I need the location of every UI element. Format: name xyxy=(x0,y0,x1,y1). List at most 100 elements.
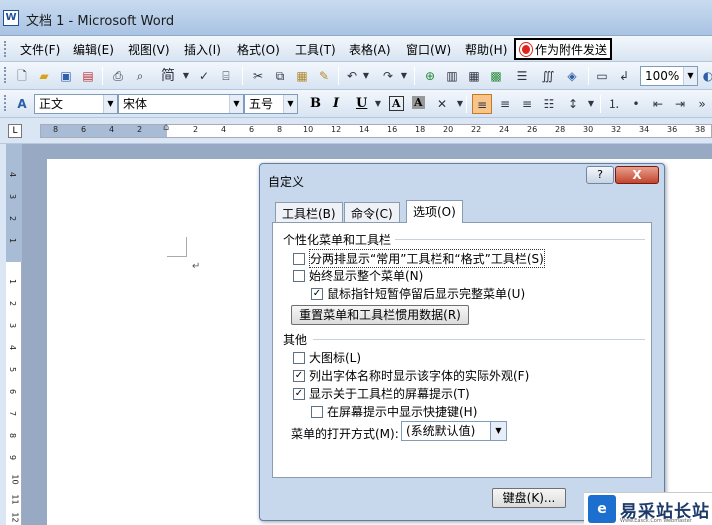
tab-toolbars[interactable]: 工具栏(B) xyxy=(275,202,343,222)
option-font-names[interactable]: ✓ 列出字体名称时显示该字体的实际外观(F) xyxy=(293,367,529,384)
chevron-down-icon[interactable]: ▼ xyxy=(103,95,117,113)
save-icon[interactable]: ▣ xyxy=(58,68,74,84)
distributed-align-icon[interactable]: ☷ xyxy=(541,96,557,112)
ruler-tick-label: 24 xyxy=(499,125,510,134)
reset-usage-button[interactable]: 重置菜单和工具栏惯用数据(R) xyxy=(291,305,469,325)
print-preview-icon[interactable]: ⌕ xyxy=(132,68,148,84)
font-size-combo[interactable]: 五号 ▼ xyxy=(244,94,298,114)
redo-icon[interactable]: ↷ xyxy=(380,68,396,84)
show-hide-icon[interactable]: ▭ xyxy=(594,68,610,84)
standard-toolbar-grip[interactable] xyxy=(4,67,7,83)
keyboard-button[interactable]: 键盘(K)... xyxy=(492,488,566,508)
style-combo[interactable]: 正文 ▼ xyxy=(34,94,118,114)
tab-commands[interactable]: 命令(C) xyxy=(344,202,400,222)
option-shortcut-keys[interactable]: 在屏幕提示中显示快捷键(H) xyxy=(311,403,477,420)
undo-dropdown-icon[interactable]: ▼ xyxy=(358,68,374,84)
tab-options[interactable]: 选项(O) xyxy=(406,200,463,223)
menu-table[interactable]: 表格(A) xyxy=(349,41,391,58)
option-delay-full-menus[interactable]: ✓ 鼠标指针短暂停留后显示完整菜单(U) xyxy=(311,285,525,302)
cut-icon[interactable]: ✂ xyxy=(250,68,266,84)
open-icon[interactable]: ▰ xyxy=(36,68,52,84)
numbering-icon[interactable]: ⒈ xyxy=(606,96,622,112)
formatting-toolbar-grip[interactable] xyxy=(4,95,7,111)
research-icon[interactable]: ⌸ xyxy=(218,68,234,84)
option-screentips[interactable]: ✓ 显示关于工具栏的屏幕提示(T) xyxy=(293,385,470,402)
checkbox-screentips[interactable]: ✓ xyxy=(293,387,305,400)
menu-edit[interactable]: 编辑(E) xyxy=(73,41,114,58)
styles-formatting-icon[interactable]: A xyxy=(14,96,30,112)
menu-insert[interactable]: 插入(I) xyxy=(184,41,221,58)
character-border-button[interactable]: A xyxy=(389,96,404,111)
decrease-indent-icon[interactable]: ⇤ xyxy=(650,96,666,112)
menu-file[interactable]: 文件(F) xyxy=(20,41,60,58)
option-two-rows[interactable]: 分两排显示“常用”工具栏和“格式”工具栏(S) xyxy=(293,249,545,268)
help-circle-icon[interactable]: ◐ xyxy=(700,68,712,84)
help-button[interactable]: ? xyxy=(586,166,614,184)
more-options-icon[interactable]: » xyxy=(694,96,710,112)
send-as-attachment-button[interactable]: 作为附件发送 xyxy=(514,38,612,60)
spelling-icon[interactable]: ✓ xyxy=(196,68,212,84)
menu-help[interactable]: 帮助(H) xyxy=(465,41,507,58)
italic-button[interactable]: I xyxy=(333,96,339,111)
permission-icon[interactable]: ▤ xyxy=(80,68,96,84)
new-document-icon[interactable]: 🗋 xyxy=(14,68,30,84)
font-combo[interactable]: 宋体 ▼ xyxy=(118,94,244,114)
vertical-ruler[interactable]: 4 3 2 1 1 2 3 4 5 6 7 8 9 10 11 12 xyxy=(6,144,22,525)
menu-grip[interactable] xyxy=(4,41,7,57)
traditional-chinese-icon[interactable]: 简 xyxy=(160,68,176,84)
align-center-icon[interactable]: ≡ xyxy=(497,96,513,112)
vruler-tick-label: 4 xyxy=(8,344,18,351)
align-right-icon[interactable]: ≡ xyxy=(519,96,535,112)
tables-borders-icon[interactable]: ▥ xyxy=(444,68,460,84)
document-map-icon[interactable]: ◈ xyxy=(564,68,580,84)
checkbox-shortcut-keys[interactable] xyxy=(311,405,323,418)
chevron-down-icon[interactable]: ▼ xyxy=(683,67,697,85)
menu-window[interactable]: 窗口(W) xyxy=(406,41,451,58)
menu-tools[interactable]: 工具(T) xyxy=(295,41,336,58)
indent-marker-icon[interactable]: ⌂ xyxy=(163,122,169,133)
paste-icon[interactable]: ▦ xyxy=(294,68,310,84)
line-spacing-icon[interactable]: ↕ xyxy=(565,96,581,112)
checkbox-full-menus[interactable] xyxy=(293,269,305,282)
vertical-ruler-margin-shade xyxy=(6,144,22,262)
checkbox-delay-full-menus[interactable]: ✓ xyxy=(311,287,323,300)
option-large-icons[interactable]: 大图标(L) xyxy=(293,349,361,366)
chevron-down-icon[interactable]: ▼ xyxy=(229,95,243,113)
insert-excel-icon[interactable]: ▩ xyxy=(488,68,504,84)
zoom-combo[interactable]: 100% ▼ xyxy=(640,66,698,86)
redo-dropdown-icon[interactable]: ▼ xyxy=(396,68,412,84)
hyperlink-icon[interactable]: ⊕ xyxy=(422,68,438,84)
option-full-menus[interactable]: 始终显示整个菜单(N) xyxy=(293,267,423,284)
menu-format[interactable]: 格式(O) xyxy=(237,41,280,58)
ruler-tick-label: 18 xyxy=(415,125,426,134)
close-button[interactable]: X xyxy=(615,166,659,184)
chevron-down-icon[interactable]: ▼ xyxy=(283,95,297,113)
checkbox-font-names[interactable]: ✓ xyxy=(293,369,305,382)
drawing-icon[interactable]: ∭ xyxy=(540,68,556,84)
insert-table-icon[interactable]: ▦ xyxy=(466,68,482,84)
columns-icon[interactable]: ☰ xyxy=(514,68,530,84)
menu-animation-select[interactable]: (系统默认值) ▼ xyxy=(401,421,507,441)
bullets-icon[interactable]: • xyxy=(628,96,644,112)
bold-button[interactable]: B xyxy=(310,96,321,111)
ruler-tick-label: 4 xyxy=(109,125,115,134)
paragraph-mark-icon[interactable]: ↲ xyxy=(616,68,632,84)
emphasis-icon[interactable]: ✕ xyxy=(434,96,450,112)
align-justify-icon[interactable]: ≡ xyxy=(472,94,492,114)
print-icon[interactable]: ⎙ xyxy=(110,68,126,84)
checkbox-large-icons[interactable] xyxy=(293,351,305,364)
checkbox-two-rows[interactable] xyxy=(293,252,305,265)
copy-icon[interactable]: ⧉ xyxy=(272,68,288,84)
underline-button[interactable]: U xyxy=(356,96,367,111)
standard-toolbar: 🗋 ▰ ▣ ▤ ⎙ ⌕ 简 ▼ ✓ ⌸ ✂ ⧉ ▦ ✎ ↶ ▼ ↷ ▼ ⊕ ▥ … xyxy=(0,62,712,90)
format-painter-icon[interactable]: ✎ xyxy=(316,68,332,84)
increase-indent-icon[interactable]: ⇥ xyxy=(672,96,688,112)
horizontal-ruler[interactable]: 8 6 4 2 2 4 6 8 10 12 14 16 18 20 22 24 … xyxy=(40,122,712,138)
tab-selector[interactable]: L xyxy=(8,124,22,138)
chevron-down-icon[interactable]: ▼ xyxy=(490,422,506,440)
menu-view[interactable]: 视图(V) xyxy=(128,41,170,58)
underline-dropdown-icon[interactable]: ▼ xyxy=(370,96,386,112)
line-spacing-dropdown-icon[interactable]: ▼ xyxy=(583,96,599,112)
dropdown-arrow-icon[interactable]: ▼ xyxy=(178,68,194,84)
character-shading-button[interactable]: A xyxy=(412,96,425,109)
